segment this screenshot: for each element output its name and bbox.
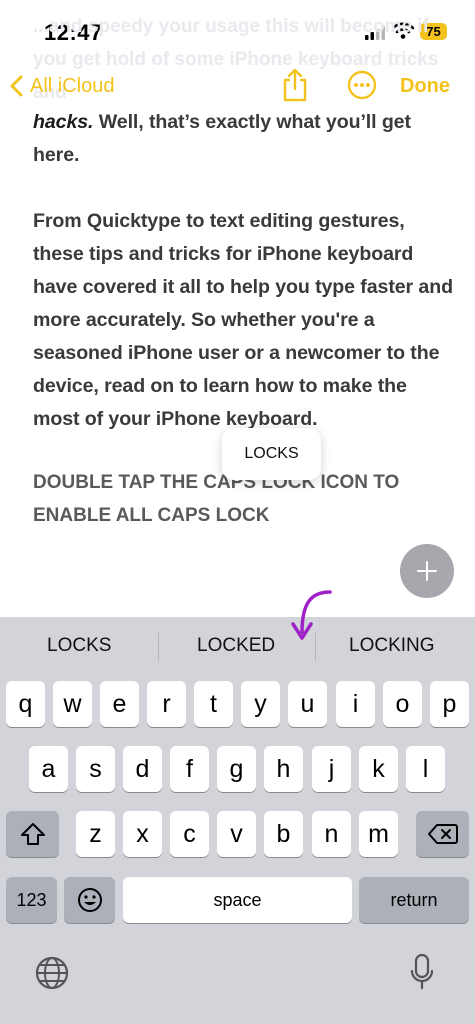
key-p[interactable]: p: [430, 681, 469, 727]
key-m[interactable]: m: [359, 811, 398, 857]
note-paragraph-2: From Quicktype to text editing gestures,…: [33, 210, 453, 430]
key-t[interactable]: t: [194, 681, 233, 727]
key-c[interactable]: c: [170, 811, 209, 857]
key-l[interactable]: l: [406, 746, 445, 792]
annotation-arrow-icon: [291, 590, 332, 640]
microphone-icon[interactable]: [410, 953, 434, 991]
suggestion-locking[interactable]: LOCKING: [349, 635, 435, 657]
key-k[interactable]: k: [359, 746, 398, 792]
return-key[interactable]: return: [359, 877, 469, 923]
add-button[interactable]: [400, 544, 454, 598]
key-x[interactable]: x: [123, 811, 162, 857]
key-h[interactable]: h: [264, 746, 303, 792]
key-b[interactable]: b: [264, 811, 303, 857]
key-v[interactable]: v: [217, 811, 256, 857]
back-button-label: All iCloud: [30, 74, 115, 97]
more-options-icon[interactable]: [347, 70, 377, 100]
note-bold-italic-text: hacks.: [33, 111, 94, 133]
note-body[interactable]: hacks. Well, that’s exactly what you’ll …: [33, 106, 453, 469]
chevron-left-icon: [10, 75, 23, 97]
done-button[interactable]: Done: [400, 75, 450, 98]
key-q[interactable]: q: [6, 681, 45, 727]
suggestion-locks[interactable]: LOCKS: [47, 635, 111, 657]
shift-icon: [20, 823, 45, 845]
key-g[interactable]: g: [217, 746, 256, 792]
suggestion-divider: [158, 633, 159, 661]
shift-key[interactable]: [6, 811, 59, 857]
key-w[interactable]: w: [53, 681, 92, 727]
emoji-key[interactable]: [64, 877, 115, 923]
key-z[interactable]: z: [76, 811, 115, 857]
key-o[interactable]: o: [383, 681, 422, 727]
key-r[interactable]: r: [147, 681, 186, 727]
key-n[interactable]: n: [312, 811, 351, 857]
navigation-bar: All iCloud Done: [0, 60, 475, 110]
delete-key[interactable]: [416, 811, 469, 857]
back-button[interactable]: All iCloud: [10, 70, 114, 102]
key-d[interactable]: d: [123, 746, 162, 792]
space-key[interactable]: space: [123, 877, 352, 923]
quicktype-bar: LOCKS LOCKED LOCKING: [0, 617, 475, 675]
globe-icon[interactable]: [34, 955, 70, 991]
numbers-key[interactable]: 123: [6, 877, 57, 923]
suggestion-locked[interactable]: LOCKED: [197, 635, 275, 657]
autocorrect-popup[interactable]: LOCKS: [222, 428, 321, 480]
key-u[interactable]: u: [288, 681, 327, 727]
emoji-icon: [77, 888, 102, 912]
key-s[interactable]: s: [76, 746, 115, 792]
key-a[interactable]: a: [29, 746, 68, 792]
key-f[interactable]: f: [170, 746, 209, 792]
share-icon[interactable]: [282, 68, 308, 102]
key-j[interactable]: j: [312, 746, 351, 792]
backspace-icon: [427, 824, 458, 844]
note-paragraph-1: hacks. Well, that’s exactly what you’ll …: [33, 106, 453, 172]
key-i[interactable]: i: [336, 681, 375, 727]
key-y[interactable]: y: [241, 681, 280, 727]
key-e[interactable]: e: [100, 681, 139, 727]
